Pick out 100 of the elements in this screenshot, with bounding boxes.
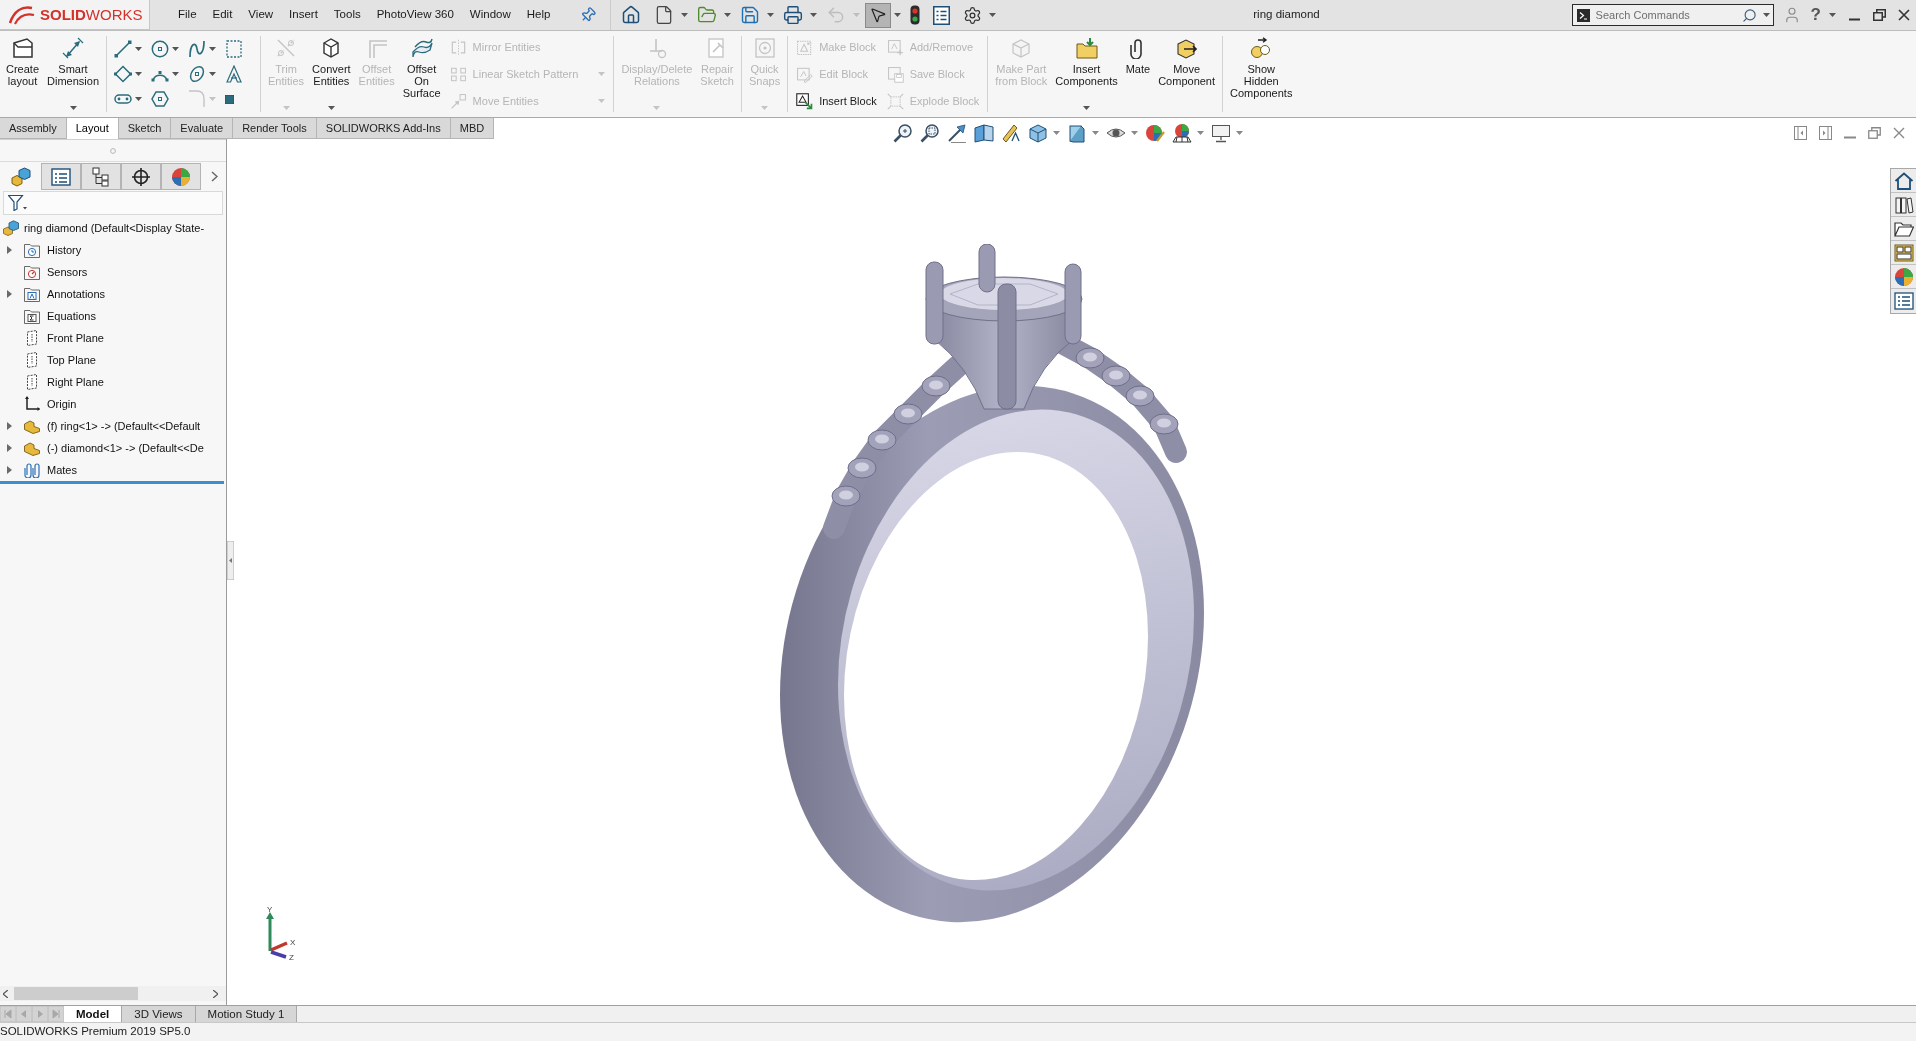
tree-item[interactable]: Origin bbox=[47, 395, 77, 413]
caret-icon[interactable] bbox=[1131, 131, 1138, 135]
color-ball-icon[interactable] bbox=[1893, 266, 1914, 287]
line-icon[interactable] bbox=[114, 40, 132, 58]
tab[interactable]: Sketch bbox=[118, 118, 172, 139]
caret-icon[interactable] bbox=[135, 72, 142, 76]
panel-left-icon[interactable] bbox=[1794, 126, 1807, 140]
books-icon[interactable] bbox=[1893, 194, 1914, 215]
polygon-icon[interactable] bbox=[151, 90, 169, 108]
menu-item[interactable]: View bbox=[240, 6, 282, 24]
expand-arrow-icon[interactable] bbox=[7, 246, 12, 254]
expand-arrow-icon[interactable] bbox=[7, 466, 12, 474]
caret-icon[interactable] bbox=[135, 97, 142, 101]
color-ball-icon[interactable] bbox=[1145, 123, 1165, 143]
expand-arrow-icon[interactable] bbox=[7, 290, 12, 298]
panel-tab[interactable] bbox=[121, 163, 161, 190]
tree-item[interactable]: Sensors bbox=[47, 263, 88, 281]
caret-icon[interactable] bbox=[767, 13, 775, 17]
tree-item[interactable]: Top Plane bbox=[47, 351, 96, 369]
menu-item[interactable]: Edit bbox=[204, 6, 241, 24]
home-icon[interactable] bbox=[1893, 170, 1914, 191]
color-ball-floor-icon[interactable] bbox=[1172, 123, 1192, 143]
menu-item[interactable]: PhotoView 360 bbox=[368, 6, 462, 24]
ribbon-button[interactable]: Offset On Surface bbox=[398, 31, 445, 117]
caret-icon[interactable] bbox=[1083, 106, 1090, 110]
ribbon-button[interactable]: Smart Dimension bbox=[43, 31, 103, 117]
ribbon-button[interactable]: Show Hidden Components bbox=[1226, 31, 1297, 117]
search-icon[interactable] bbox=[1741, 7, 1757, 23]
ellipse-icon[interactable] bbox=[188, 65, 206, 83]
caret-right-icon[interactable] bbox=[213, 989, 218, 998]
caret-icon[interactable] bbox=[1053, 131, 1060, 135]
splitter-grip-icon[interactable] bbox=[110, 147, 116, 154]
monitor-icon[interactable] bbox=[1211, 123, 1231, 143]
menu-item[interactable]: File bbox=[170, 6, 205, 24]
caret-icon[interactable] bbox=[1829, 13, 1836, 17]
tree-item[interactable]: Annotations bbox=[47, 285, 106, 303]
chevron-right-icon[interactable] bbox=[211, 171, 218, 182]
tree-item[interactable]: Right Plane bbox=[47, 373, 104, 391]
scrollbar-thumb[interactable] bbox=[14, 987, 138, 1000]
expand-arrow-icon[interactable] bbox=[7, 422, 12, 430]
caret-icon[interactable] bbox=[327, 106, 335, 110]
tree-item[interactable]: ring diamond (Default<Display State- bbox=[24, 219, 205, 237]
menu-item[interactable]: Help bbox=[518, 6, 559, 24]
help-button[interactable]: ? bbox=[1810, 5, 1821, 25]
caret-icon[interactable] bbox=[724, 13, 732, 17]
tab[interactable]: Render Tools bbox=[233, 118, 317, 139]
caret-icon[interactable] bbox=[1762, 13, 1770, 17]
caret-icon[interactable] bbox=[1197, 131, 1204, 135]
circle-icon[interactable] bbox=[151, 40, 169, 58]
caret-icon[interactable] bbox=[1236, 131, 1243, 135]
ribbon-button[interactable]: Insert Block bbox=[793, 89, 880, 113]
magnifier-icon[interactable] bbox=[893, 123, 913, 143]
caret-icon[interactable] bbox=[989, 13, 997, 17]
menu-item[interactable]: Insert bbox=[281, 6, 326, 24]
caret-icon[interactable] bbox=[172, 72, 179, 76]
caret-icon[interactable] bbox=[810, 13, 818, 17]
panel-layout-icon[interactable] bbox=[1893, 242, 1914, 263]
diagonal-arrow-icon[interactable] bbox=[947, 123, 967, 143]
caret-icon[interactable] bbox=[681, 13, 689, 17]
caret-icon[interactable] bbox=[209, 47, 216, 51]
panel-right-icon[interactable] bbox=[1819, 126, 1832, 140]
caret-icon[interactable] bbox=[172, 47, 179, 51]
list-icon[interactable] bbox=[1893, 291, 1914, 311]
ribbon-button[interactable]: Create layout bbox=[2, 31, 44, 117]
tree-item[interactable]: History bbox=[47, 241, 82, 259]
cube-icon[interactable] bbox=[1028, 123, 1048, 143]
menu-item[interactable]: Window bbox=[461, 6, 519, 24]
caret-icon[interactable] bbox=[69, 106, 77, 110]
tab[interactable]: Motion Study 1 bbox=[195, 1006, 298, 1022]
panel-tab[interactable] bbox=[81, 163, 121, 190]
menu-item[interactable]: Tools bbox=[325, 6, 369, 24]
tab[interactable]: Model bbox=[64, 1006, 123, 1022]
caret-icon[interactable] bbox=[1092, 131, 1099, 135]
expand-arrow-icon[interactable] bbox=[7, 444, 12, 452]
tab[interactable]: Assembly bbox=[0, 118, 67, 139]
restore-icon[interactable] bbox=[1873, 9, 1886, 21]
collapse-handle-icon[interactable] bbox=[227, 541, 234, 580]
ribbon-button[interactable]: Convert Entities bbox=[308, 31, 355, 117]
search-field[interactable]: Search Commands bbox=[1571, 4, 1774, 26]
point-icon[interactable] bbox=[225, 94, 234, 104]
caret-icon[interactable] bbox=[209, 72, 216, 76]
shaded-box-icon[interactable] bbox=[1067, 123, 1087, 143]
split-panel-icon[interactable] bbox=[974, 123, 994, 143]
close-icon[interactable] bbox=[1898, 9, 1910, 21]
text-tool-icon[interactable] bbox=[225, 65, 243, 83]
tree-item[interactable]: Equations bbox=[47, 307, 96, 325]
caret-icon[interactable] bbox=[894, 13, 902, 17]
search-input[interactable]: Search Commands bbox=[1595, 6, 1736, 24]
tree-item[interactable]: (-) diamond<1> -> (Default<<De bbox=[47, 439, 204, 457]
caret-icon[interactable] bbox=[135, 47, 142, 51]
filter-field[interactable] bbox=[3, 191, 223, 215]
spline-icon[interactable] bbox=[188, 40, 206, 58]
ribbon-button[interactable]: Insert Components bbox=[1051, 31, 1122, 117]
ribbon-button[interactable]: Move Component bbox=[1154, 31, 1220, 117]
tab[interactable]: Evaluate bbox=[171, 118, 234, 139]
horizontal-scrollbar[interactable] bbox=[0, 986, 226, 1001]
dashed-rectangle-icon[interactable] bbox=[225, 40, 243, 58]
tab[interactable]: 3D Views bbox=[122, 1006, 196, 1022]
caret-left-icon[interactable] bbox=[3, 989, 8, 998]
tab[interactable]: MBD bbox=[450, 118, 495, 139]
